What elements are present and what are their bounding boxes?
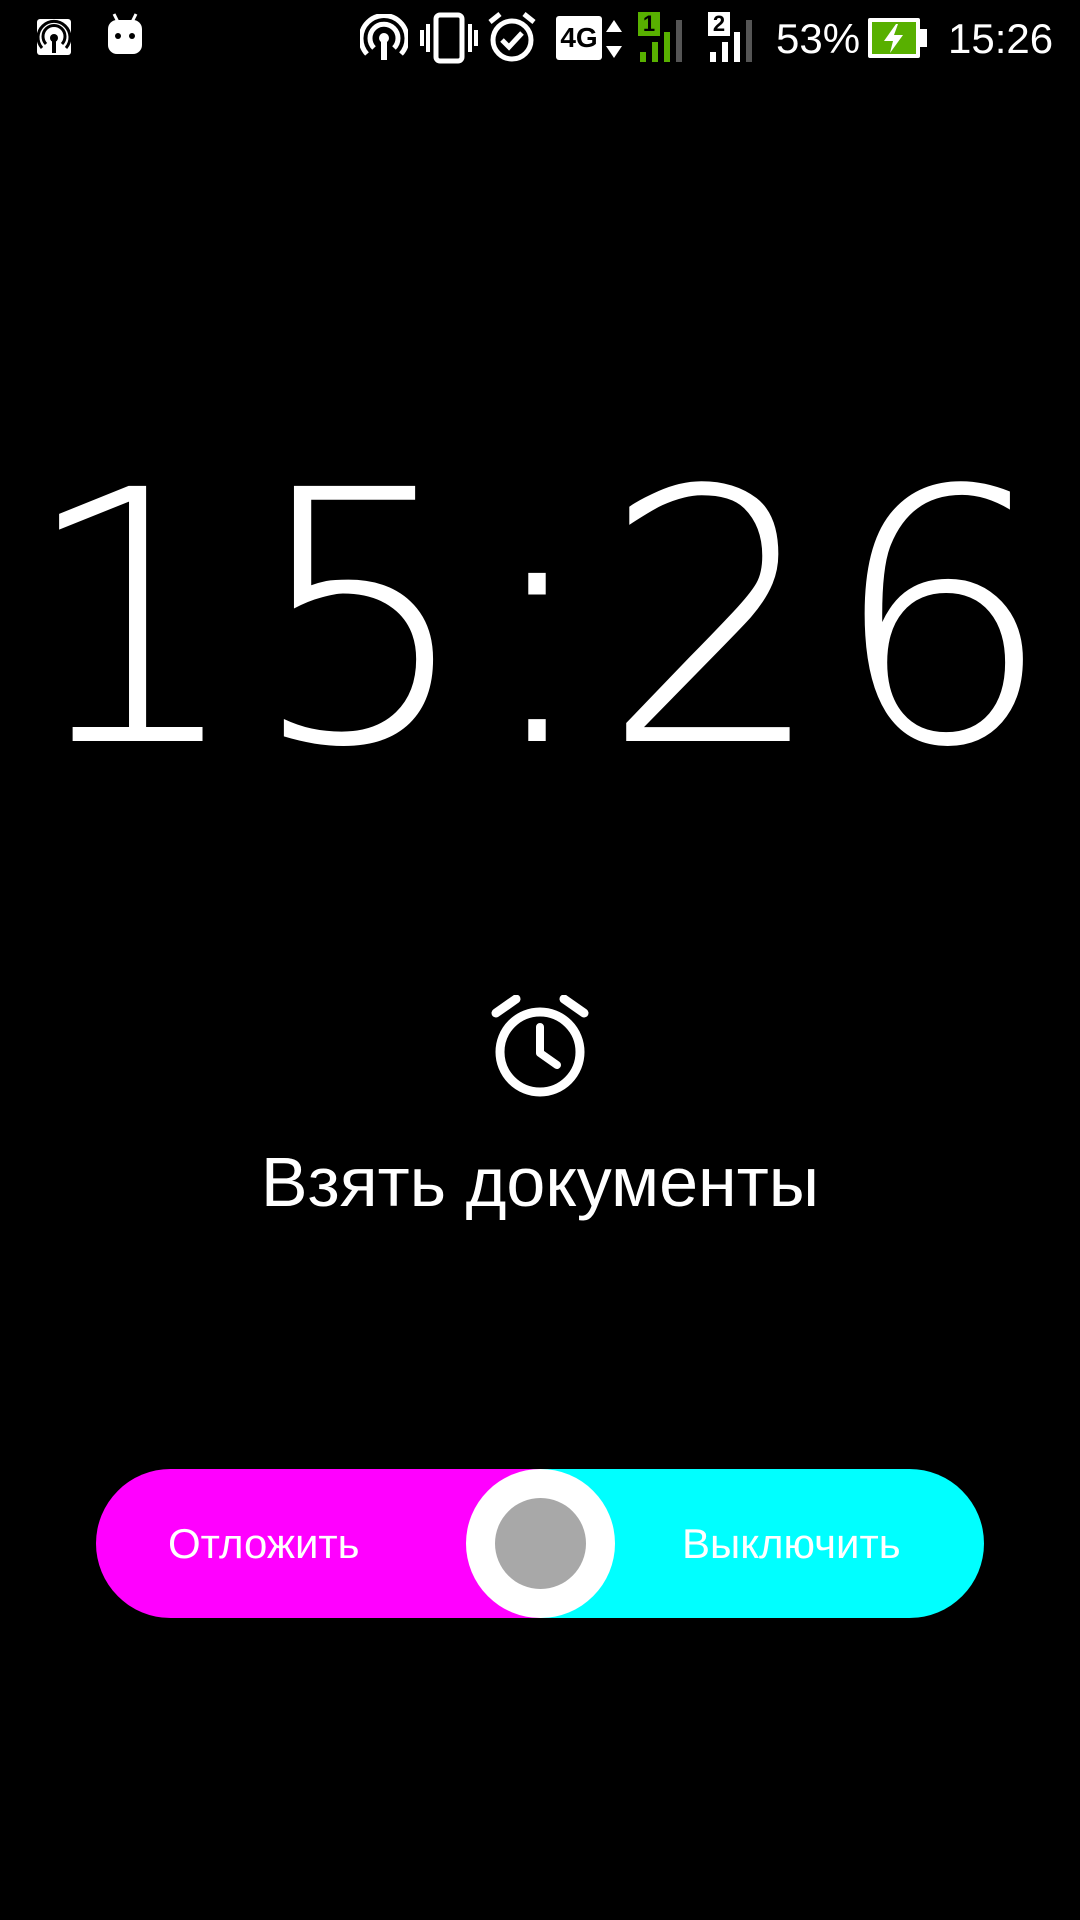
alarm-icon [488,12,536,62]
alarm-clock-icon [491,995,589,1097]
slider-knob-center[interactable] [495,1498,586,1589]
cast-icon [360,14,408,60]
slider-knob[interactable] [466,1469,615,1618]
dismiss-label[interactable]: Выключить [682,1469,901,1618]
network-4g-icon: 4G [556,16,624,60]
sim1-signal-icon: 1 [636,10,692,64]
snooze-label[interactable]: Отложить [168,1469,360,1618]
android-icon [108,13,142,54]
status-bar: 4G 1 2 53% 15:26 [0,0,1080,78]
battery-charging-icon [868,18,927,58]
sim2-signal-icon: 2 [706,10,762,64]
battery-percent: 53% [776,15,861,62]
vibrate-icon [420,12,478,64]
hotspot-icon [36,19,72,55]
network-type-label: 4G [560,22,598,53]
alarm-time: 15:26 [20,416,1060,824]
status-time: 15:26 [948,15,1054,62]
alarm-label: Взять документы [260,1143,820,1221]
